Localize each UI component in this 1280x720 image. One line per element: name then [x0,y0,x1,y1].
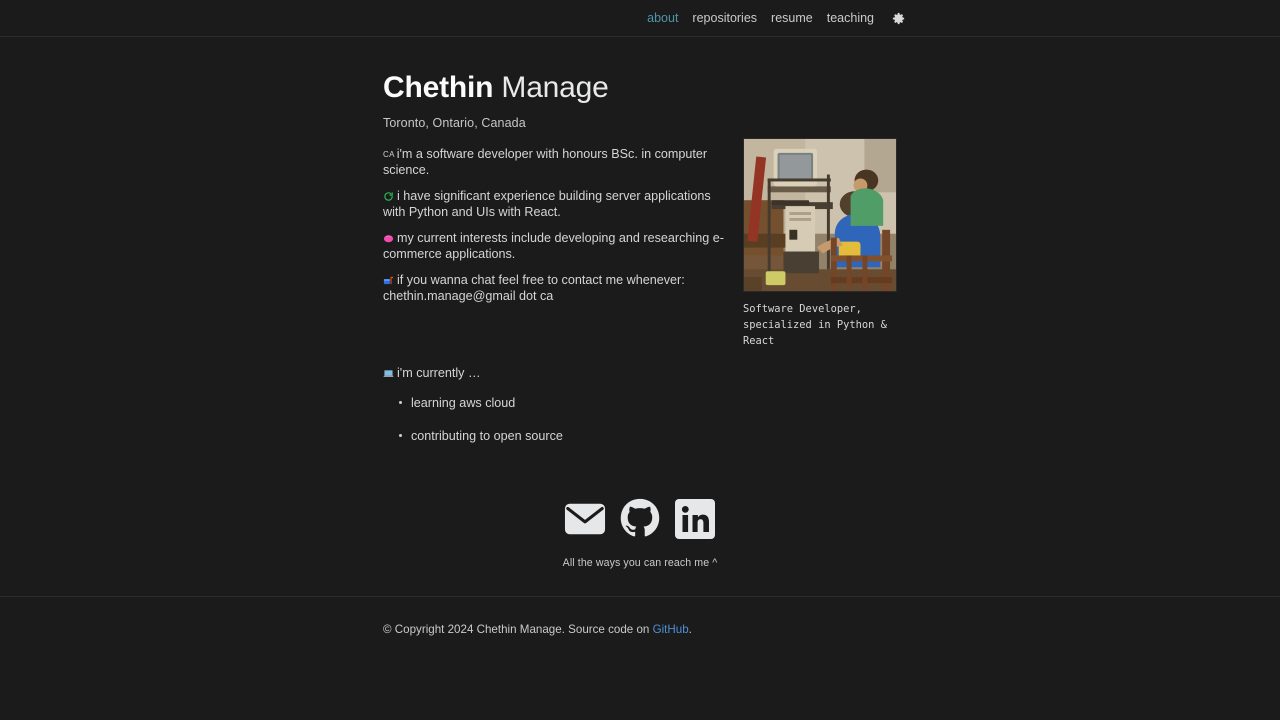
bio-paragraph-3: my current interests include developing … [383,230,728,262]
bio-paragraph-2: i have significant experience building s… [383,188,728,220]
email-icon[interactable] [564,498,606,540]
nav-links: about repositories resume teaching [647,11,906,26]
nav-item-resume[interactable]: resume [771,12,813,25]
currently-section: i'm currently … learning aws cloud contr… [383,365,897,443]
brain-pink-icon [383,233,394,244]
bio-paragraph-1-text: i'm a software developer with honours BS… [383,146,708,177]
photo-caption: Software Developer, specialized in Pytho… [743,303,887,348]
gear-icon[interactable] [891,11,906,26]
photo-card: Software Developer, specialized in Pytho… [743,138,897,349]
page-title-last-name: Manage [501,71,609,104]
content-column: Chethin Manage Toronto, Ontario, Canada … [383,37,897,444]
bio-paragraph-1: CA i'm a software developer with honours … [383,146,728,178]
footer: © Copyright 2024 Chethin Manage. Source … [0,596,1280,636]
page-body: Chethin Manage Toronto, Ontario, Canada … [0,37,1280,444]
top-navigation-bar: about repositories resume teaching [0,0,1280,37]
bio-paragraph-3-text: my current interests include developing … [383,230,724,262]
location-label: Toronto, Ontario, Canada [383,115,526,130]
bio-paragraph-2-text: i have significant experience building s… [383,188,711,219]
social-links [564,498,716,540]
footer-text-after: . [688,623,692,636]
nav-item-repositories[interactable]: repositories [692,12,757,25]
footer-copyright: © Copyright 2024 Chethin Manage. Source … [0,597,1280,636]
socials-note: All the ways you can reach me ^ [562,556,718,569]
page-container: about repositories resume teaching Cheth… [0,0,1280,683]
currently-heading-text: i'm currently … [397,366,481,381]
github-icon[interactable] [619,498,661,540]
laptop-icon [383,368,394,379]
linkedin-icon[interactable] [674,498,716,540]
recycle-green-icon [383,191,394,202]
flag-canada-icon: CA [383,149,395,159]
nav-item-about[interactable]: about [647,12,678,25]
socials-section: All the ways you can reach me ^ [0,498,1280,569]
bio-section: CA i'm a software developer with honours … [383,146,728,305]
page-title: Chethin Manage [383,37,897,107]
currently-heading: i'm currently … [383,365,897,381]
bio-paragraph-4-text: if you wanna chat feel free to contact m… [383,273,685,304]
list-item: learning aws cloud [399,395,897,411]
list-item: contributing to open source [399,428,897,444]
nav-item-teaching[interactable]: teaching [827,12,874,25]
currently-list: learning aws cloud contributing to open … [383,395,897,443]
childhood-computer-photo [743,138,897,292]
footer-github-link[interactable]: GitHub [653,623,689,636]
page-title-first-name: Chethin [383,71,494,104]
bio-paragraph-4: if you wanna chat feel free to contact m… [383,272,728,304]
mailbox-blue-icon [383,275,394,286]
footer-text-before: © Copyright 2024 Chethin Manage. Source … [383,623,653,636]
